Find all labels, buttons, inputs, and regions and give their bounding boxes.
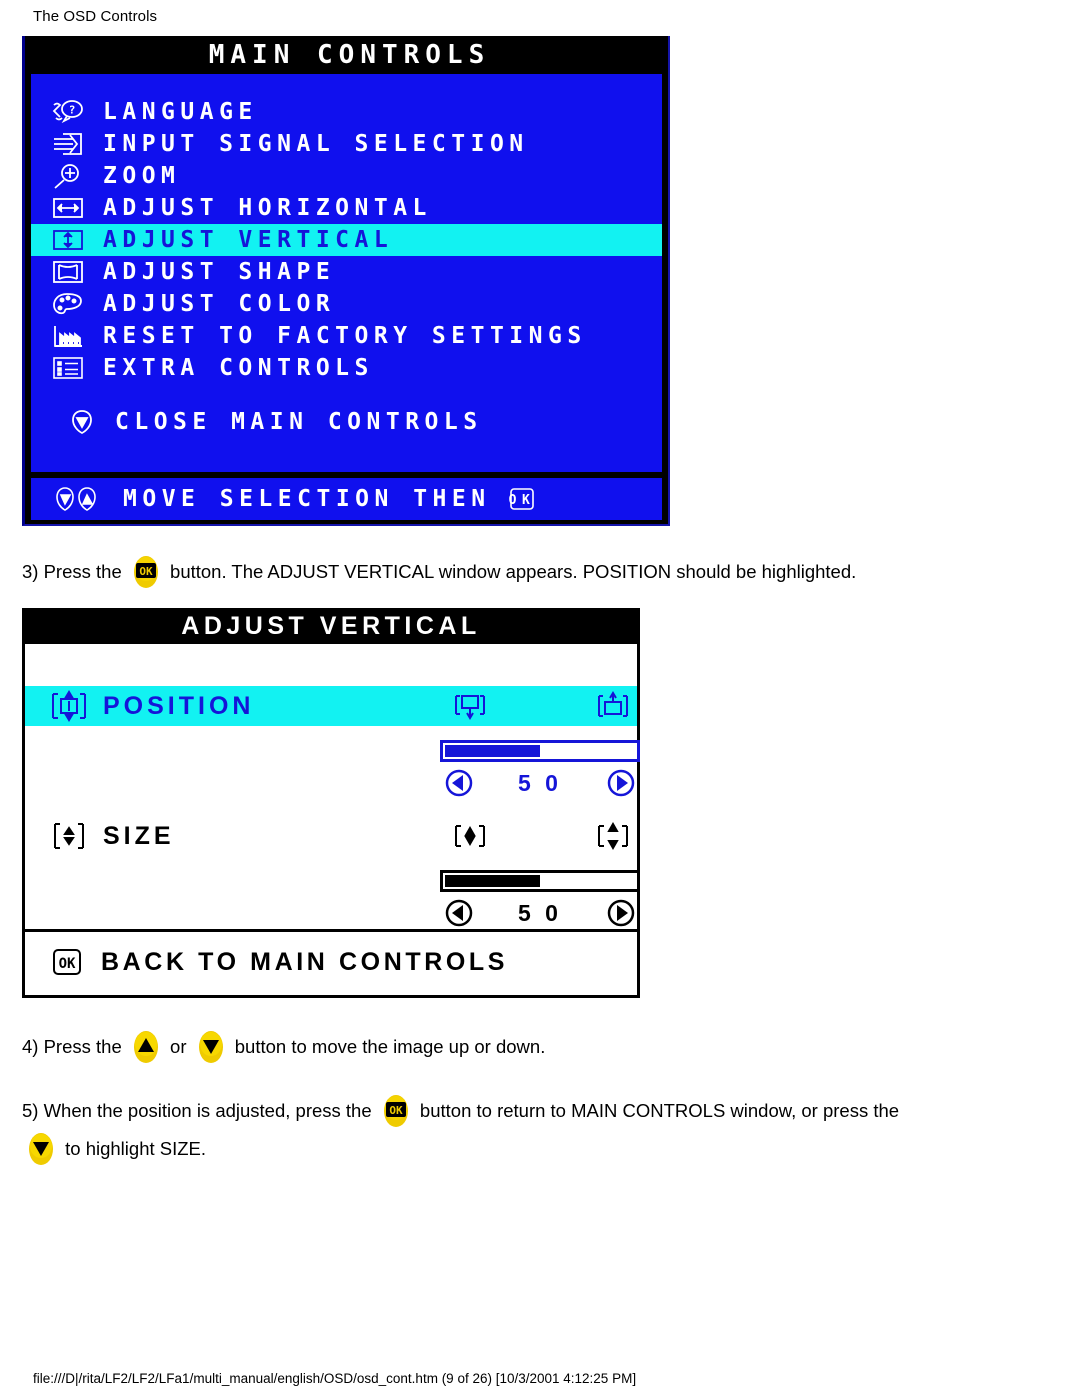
move-down-icon[interactable]	[450, 690, 490, 722]
step4-text-a: 4) Press the	[22, 1035, 127, 1057]
factory-icon	[51, 322, 85, 350]
list-icon	[51, 354, 85, 382]
menu-item-label: CLOSE MAIN CONTROLS	[115, 409, 483, 435]
menu-item-zoom[interactable]: ZOOM	[31, 160, 662, 192]
menu-item-label: ZOOM	[103, 163, 181, 189]
move-selection-arrows-icon	[51, 485, 107, 513]
step3-text-a: 3) Press the	[22, 560, 127, 582]
ok-button-icon[interactable]: OK	[131, 555, 161, 589]
menu-item-label: ADJUST HORIZONTAL	[103, 195, 432, 221]
adjust-vertical-body: POSITION 5 0 SIZE 5 0	[25, 644, 640, 932]
palette-icon	[51, 290, 85, 318]
menu-item-label: ADJUST COLOR	[103, 291, 336, 317]
menu-item-adjust-horizontal[interactable]: ADJUST HORIZONTAL	[31, 192, 662, 224]
adjust-row-position[interactable]: POSITION	[25, 686, 637, 726]
step5-text-c: to highlight SIZE.	[60, 1137, 207, 1159]
step4-text-b: or	[164, 1035, 192, 1057]
menu-item-language[interactable]: ? LANGUAGE	[31, 96, 662, 128]
size-value: 5 0	[518, 899, 562, 926]
step5-text-b: button to return to MAIN CONTROLS window…	[414, 1099, 900, 1121]
size-slider-controls: 5 0	[440, 898, 640, 928]
svg-text:?: ?	[69, 104, 76, 117]
menu-item-label: LANGUAGE	[103, 99, 258, 125]
adjust-row-label: POSITION	[103, 691, 255, 720]
page-title: The OSD Controls	[33, 8, 158, 25]
menu-item-input-signal-selection[interactable]: INPUT SIGNAL SELECTION	[31, 128, 662, 160]
page-footer-path: file:///D|/rita/LF2/LF2/LFa1/multi_manua…	[33, 1371, 637, 1386]
ok-key-icon: OK	[49, 947, 85, 977]
menu-item-label: EXTRA CONTROLS	[103, 355, 374, 381]
grow-vertical-icon[interactable]	[593, 820, 633, 852]
position-slider-controls: 5 0	[440, 768, 640, 798]
instruction-step-3: 3) Press the OK button. The ADJUST VERTI…	[22, 555, 1062, 589]
menu-item-label: RESET TO FACTORY SETTINGS	[103, 323, 587, 349]
menu-item-reset-to-factory-settings[interactable]: RESET TO FACTORY SETTINGS	[31, 320, 662, 352]
hint-text: MOVE SELECTION THEN	[123, 486, 491, 512]
position-value: 5 0	[518, 769, 562, 796]
menu-item-adjust-color[interactable]: ADJUST COLOR	[31, 288, 662, 320]
size-slider-track[interactable]	[440, 870, 640, 892]
right-arrow-icon[interactable]	[606, 768, 636, 798]
position-vertical-icon	[49, 690, 89, 722]
main-controls-menu-list: ? LANGUAGE INPUT SIGNAL SELECTION ZOOM A…	[31, 74, 662, 472]
menu-spacer	[31, 384, 662, 406]
size-slider-fill	[445, 875, 540, 887]
menu-item-label: ADJUST SHAPE	[103, 259, 336, 285]
adjust-vertical-osd-window: ADJUST VERTICAL POSITION 5 0 SIZE 5 0 OK…	[22, 608, 640, 998]
down-arrow-badge-icon	[65, 408, 99, 436]
instruction-step-5-line1: 5) When the position is adjusted, press …	[22, 1094, 1062, 1128]
svg-text:OK: OK	[139, 565, 153, 578]
size-slider-group[interactable]: 5 0	[440, 870, 640, 928]
adjust-row-label: SIZE	[103, 821, 175, 850]
input-signal-icon	[51, 130, 85, 158]
down-button-icon[interactable]	[26, 1132, 56, 1166]
shrink-vertical-icon[interactable]	[450, 820, 490, 852]
adjust-vertical-back-row[interactable]: OK BACK TO MAIN CONTROLS	[25, 932, 637, 992]
adjust-row-size[interactable]: SIZE	[25, 816, 637, 856]
vertical-arrows-icon	[51, 226, 85, 254]
position-slider-track[interactable]	[440, 740, 640, 762]
shape-icon	[51, 258, 85, 286]
move-up-icon[interactable]	[593, 690, 633, 722]
position-slider-fill	[445, 745, 540, 757]
menu-item-adjust-vertical[interactable]: ADJUST VERTICAL	[31, 224, 662, 256]
horizontal-arrows-icon	[51, 194, 85, 222]
step5-text-a: 5) When the position is adjusted, press …	[22, 1099, 377, 1121]
menu-item-adjust-shape[interactable]: ADJUST SHAPE	[31, 256, 662, 288]
menu-item-close-main-controls[interactable]: CLOSE MAIN CONTROLS	[31, 406, 662, 438]
back-to-main-controls-label: BACK TO MAIN CONTROLS	[101, 947, 509, 976]
main-controls-osd-window: MAIN CONTROLS ? LANGUAGE INPUT SIGNAL SE…	[22, 36, 670, 526]
step3-text-b: button. The ADJUST VERTICAL window appea…	[164, 560, 857, 582]
down-button-icon[interactable]	[196, 1030, 226, 1064]
main-controls-title: MAIN CONTROLS	[25, 36, 668, 74]
svg-text:OK: OK	[59, 956, 76, 972]
instruction-step-4: 4) Press the or button to move the image…	[22, 1030, 1062, 1064]
language-icon: ?	[51, 98, 85, 126]
instruction-step-5-line2: to highlight SIZE.	[22, 1132, 1062, 1166]
ok-button-icon[interactable]: OK	[381, 1094, 411, 1128]
menu-item-extra-controls[interactable]: EXTRA CONTROLS	[31, 352, 662, 384]
svg-text:OK: OK	[508, 493, 535, 508]
up-button-icon[interactable]	[131, 1030, 161, 1064]
svg-text:OK: OK	[389, 1104, 403, 1117]
zoom-magnifier-icon	[51, 162, 85, 190]
ok-key-icon: OK	[505, 485, 539, 513]
adjust-vertical-title: ADJUST VERTICAL	[25, 608, 637, 644]
step4-text-c: button to move the image up or down.	[229, 1035, 546, 1057]
right-arrow-icon[interactable]	[606, 898, 636, 928]
left-arrow-icon[interactable]	[444, 768, 474, 798]
position-slider-group[interactable]: 5 0	[440, 740, 640, 798]
main-controls-hint-label: MOVE SELECTION THEN OK	[123, 485, 539, 513]
size-vertical-icon	[49, 820, 89, 852]
main-controls-hint-bar: MOVE SELECTION THEN OK	[31, 478, 662, 520]
menu-item-label: ADJUST VERTICAL	[103, 227, 394, 253]
menu-item-label: INPUT SIGNAL SELECTION	[103, 131, 529, 157]
left-arrow-icon[interactable]	[444, 898, 474, 928]
